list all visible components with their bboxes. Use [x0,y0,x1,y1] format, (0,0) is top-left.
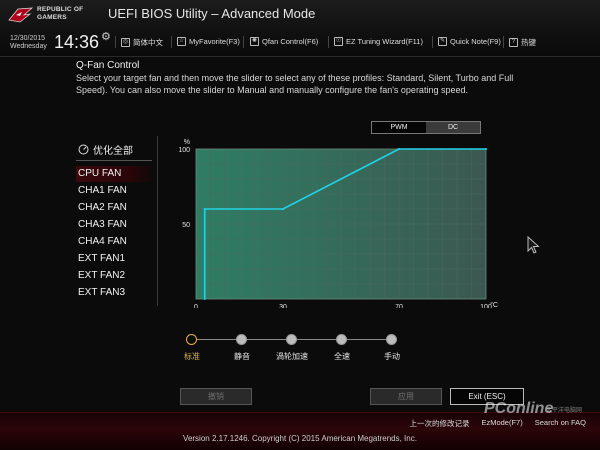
qfan-control-label: Qfan Control(F6) [262,37,319,46]
profile-dot-turbo[interactable] [286,334,297,345]
myfavorite-button[interactable]: ☆ MyFavorite(F3) [177,37,240,46]
quick-note-button[interactable]: ✎ Quick Note(F9) [438,37,501,46]
profile-dot-full-speed[interactable] [336,334,347,345]
fan-icon: ✺ [250,37,259,46]
fan-item-cha2-fan[interactable]: CHA2 FAN [76,200,154,216]
ezmode-link[interactable]: EzMode(F7) [481,418,522,429]
y-tick-label: 100 [178,147,190,154]
profile-dot-standard[interactable] [186,334,197,345]
y-tick-label: 50 [182,222,190,229]
fan-curve-point [398,148,400,150]
rog-eye-icon [8,7,34,23]
globe-icon: ◎ [121,38,130,47]
help-icon: ? [509,38,518,47]
note-icon: ✎ [438,37,447,46]
myfavorite-label: MyFavorite(F3) [189,37,240,46]
fan-item-ext-fan1[interactable]: EXT FAN1 [76,251,154,267]
logo-text: REPUBLIC OF GAMERS [37,6,83,22]
rog-logo: REPUBLIC OF GAMERS [8,6,96,26]
quick-note-label: Quick Note(F9) [450,37,501,46]
fan-item-cha3-fan[interactable]: CHA3 FAN [76,217,154,233]
fan-curve-point [282,208,284,210]
header-bar: REPUBLIC OF GAMERS UEFI BIOS Utility – A… [0,0,600,57]
optimize-all-button[interactable]: 优化全部 [78,142,133,157]
fan-curve-point [203,298,206,300]
tuning-icon: ☉ [334,37,343,46]
fan-list-vertical-divider [157,136,158,306]
header-divider [115,36,116,48]
ez-tuning-wizard-button[interactable]: ☉ EZ Tuning Wizard(F11) [334,37,423,46]
version-text: Version 2.17.1246. Copyright (C) 2015 Am… [183,434,417,443]
weekday-text: Wednesday [10,43,47,50]
undo-button[interactable]: 撤销 [180,388,252,405]
profile-label-turbo[interactable]: 渦轮加速 [276,351,308,362]
watermark-subtext: 太平洋电脑网 [546,408,583,414]
mouse-cursor-icon [527,236,540,254]
time-display: 14:36 [54,32,100,52]
hotkeys-button[interactable]: ? 热键 [509,37,536,48]
fan-curve-point [203,208,206,210]
logo-line-1: REPUBLIC OF [37,6,84,13]
date-display: 12/30/2015 Wednesday [10,35,47,51]
fan-item-ext-fan3[interactable]: EXT FAN3 [76,285,154,301]
fan-item-cha4-fan[interactable]: CHA4 FAN [76,234,154,250]
fan-curve-chart[interactable]: 0 30 70 100°C50100% [176,132,506,308]
header-divider [503,36,504,48]
y-axis-unit: % [184,139,190,146]
fan-item-cpu-fan[interactable]: CPU FAN [76,166,154,182]
header-divider [432,36,433,48]
footer-links: 上一次的修改记录 EzMode(F7) Search on FAQ [409,418,586,429]
profile-slider[interactable]: 标准 静音 渦轮加速 全速 手动 [180,330,420,370]
header-divider [328,36,329,48]
profile-label-full-speed[interactable]: 全速 [334,351,350,362]
header-divider [243,36,244,48]
profile-label-manual[interactable]: 手动 [384,351,400,362]
ez-tuning-wizard-label: EZ Tuning Wizard(F11) [346,37,423,46]
profile-dot-silent[interactable] [236,334,247,345]
x-tick-label: 30 [279,304,287,308]
fan-curve-point [485,148,487,150]
section-description: Select your target fan and then move the… [76,73,514,95]
hotkeys-label: 热键 [521,38,536,47]
x-tick-label: 0 [194,304,198,308]
profile-dot-manual[interactable] [386,334,397,345]
profile-label-silent[interactable]: 静音 [234,351,250,362]
optimize-all-label: 优化全部 [93,146,133,157]
x-tick-label: 70 [395,304,403,308]
language-button[interactable]: ◎ 简体中文 [121,37,163,48]
search-faq-link[interactable]: Search on FAQ [535,418,586,429]
qfan-control-button[interactable]: ✺ Qfan Control(F6) [250,37,318,46]
app-title: UEFI BIOS Utility – Advanced Mode [108,6,316,21]
logo-line-2: GAMERS [37,14,67,21]
fan-item-ext-fan2[interactable]: EXT FAN2 [76,268,154,284]
time-settings-gear-icon[interactable]: ⚙ [101,30,111,43]
gauge-icon [78,144,89,155]
fan-list-divider [76,160,152,161]
header-divider [171,36,172,48]
profile-label-standard[interactable]: 标准 [184,351,200,362]
fan-item-cha1-fan[interactable]: CHA1 FAN [76,183,154,199]
last-modified-link[interactable]: 上一次的修改记录 [409,418,469,429]
section-title: Q-Fan Control [76,60,140,71]
favorite-icon: ☆ [177,37,186,46]
date-text: 12/30/2015 [10,35,46,42]
watermark-logo: PConline [484,400,554,417]
x-axis-unit: °C [490,301,498,308]
language-label: 简体中文 [133,38,163,47]
apply-button[interactable]: 应用 [370,388,442,405]
